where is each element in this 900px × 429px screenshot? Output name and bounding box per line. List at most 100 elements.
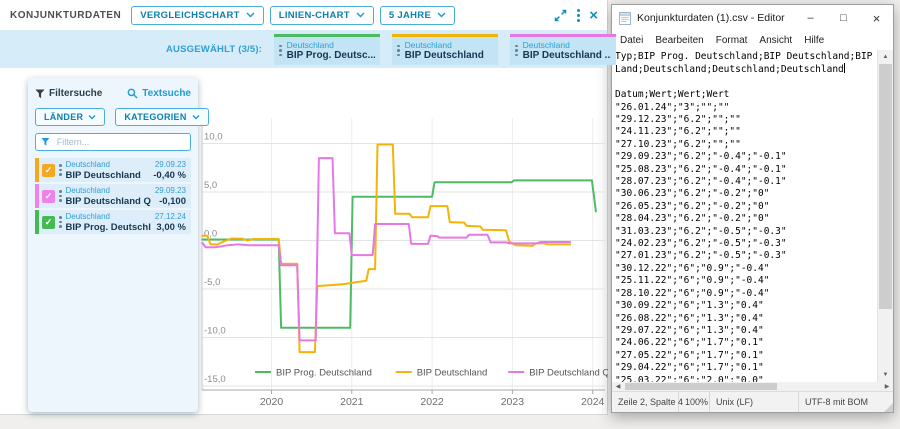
x-tick-label: 2022 bbox=[420, 396, 444, 408]
item-labels: DeutschlandBIP Deutschland bbox=[66, 160, 150, 181]
y-tick-label: -10,0 bbox=[204, 326, 226, 337]
close-button[interactable]: × bbox=[860, 5, 893, 31]
text-cursor bbox=[844, 63, 845, 73]
metric-list-item[interactable]: ✓ DeutschlandBIP Deutschland29.09.23-0,40… bbox=[35, 158, 191, 182]
time-range-dropdown[interactable]: 5 JAHRE bbox=[380, 6, 455, 25]
checkbox-checked-icon[interactable]: ✓ bbox=[42, 190, 55, 203]
csv-line: "26.08.22";"6";"1.3";"0.4" bbox=[615, 313, 877, 325]
status-line-ending: Unix (LF) bbox=[710, 392, 799, 412]
checkbox-checked-icon[interactable]: ✓ bbox=[42, 216, 55, 229]
csv-line: Typ;BIP Prog. Deutschland;BIP Deutschlan… bbox=[615, 51, 877, 63]
item-date: 27.12.24 bbox=[155, 212, 186, 222]
csv-line: "25.08.23";"6.2";"-0.4";"-0.1" bbox=[615, 164, 877, 176]
csv-line: Land;Deutschland;Deutschland;Deutschland bbox=[615, 63, 877, 76]
legend-label: BIP Deutschland bbox=[417, 368, 488, 379]
status-cursor-position: Zeile 2, Spalte 4 bbox=[612, 392, 679, 412]
csv-line: "29.04.22";"6";"1.7";"0.1" bbox=[615, 362, 877, 374]
csv-line: "25.03.22";"6";"2.0";"0.0" bbox=[615, 375, 877, 382]
kebab-icon[interactable] bbox=[279, 45, 282, 57]
csv-line: "30.09.22";"6";"1.3";"0.4" bbox=[615, 300, 877, 312]
item-value: -0,40 % bbox=[153, 170, 186, 181]
menu-item-bearbeiten[interactable]: Bearbeiten bbox=[649, 35, 709, 46]
csv-line: "28.07.23";"6.2";"-0.4";"-0.1" bbox=[615, 176, 877, 188]
kebab-icon[interactable] bbox=[59, 190, 62, 202]
metric-list: ✓DeutschlandBIP Deutschland29.09.23-0,40… bbox=[35, 158, 191, 234]
menu-item-ansicht[interactable]: Ansicht bbox=[753, 35, 798, 46]
scroll-up-icon[interactable]: ▲ bbox=[878, 50, 893, 64]
kebab-icon[interactable] bbox=[59, 216, 62, 228]
editor-body: Typ;BIP Prog. Deutschland;BIP Deutschlan… bbox=[612, 50, 893, 382]
x-tick-label: 2023 bbox=[501, 396, 525, 408]
x-tick-label: 2021 bbox=[340, 396, 364, 408]
series-line-bip-deutschland-qtq bbox=[202, 158, 570, 340]
scroll-left-icon[interactable]: ◀ bbox=[612, 382, 624, 391]
chip-country: Deutschland bbox=[523, 40, 612, 50]
menu-item-format[interactable]: Format bbox=[710, 35, 754, 46]
toolbar-icons: × bbox=[553, 8, 598, 23]
close-icon[interactable]: × bbox=[589, 8, 598, 23]
legend-label: BIP Deutschland QTQ bbox=[529, 368, 608, 379]
item-values: 29.09.23-0,40 % bbox=[153, 160, 186, 181]
item-country: Deutschland bbox=[66, 186, 151, 196]
chart-type-dropdown[interactable]: LINIEN-CHART bbox=[270, 6, 374, 25]
chip-country: Deutschland bbox=[405, 40, 484, 50]
tab-textsuche[interactable]: Textsuche bbox=[127, 88, 191, 99]
filter-input-wrap bbox=[35, 133, 191, 151]
scroll-down-icon[interactable]: ▼ bbox=[878, 368, 893, 382]
item-value: 3,00 % bbox=[155, 222, 186, 233]
categories-dropdown[interactable]: KATEGORIEN bbox=[115, 108, 208, 126]
kebab-icon[interactable] bbox=[397, 45, 400, 57]
konjunkturdaten-app: 10,05,00,0-5,0-10,0-15,02020202120222023… bbox=[0, 0, 608, 415]
kebab-icon[interactable] bbox=[59, 164, 62, 176]
text-editing-area[interactable]: Typ;BIP Prog. Deutschland;BIP Deutschlan… bbox=[612, 50, 877, 382]
metric-chip[interactable]: DeutschlandBIP Deutschland bbox=[392, 34, 498, 65]
menu-item-hilfe[interactable]: Hilfe bbox=[798, 35, 830, 46]
checkbox-checked-icon[interactable]: ✓ bbox=[42, 164, 55, 177]
y-tick-label: -15,0 bbox=[204, 374, 226, 385]
csv-line: "31.03.23";"6.2";"-0.5";"-0.3" bbox=[615, 226, 877, 238]
desktop: 10,05,00,0-5,0-10,0-15,02020202120222023… bbox=[0, 0, 900, 429]
horizontal-scroll-thumb[interactable] bbox=[625, 383, 777, 390]
resize-grip-icon[interactable] bbox=[884, 403, 893, 412]
horizontal-scrollbar[interactable]: ◀ ▶ bbox=[612, 382, 893, 391]
chevron-down-icon bbox=[192, 115, 200, 120]
item-name: BIP Deutschland bbox=[66, 170, 150, 181]
y-tick-label: -5,0 bbox=[204, 277, 220, 288]
chip-labels: DeutschlandBIP Deutschland bbox=[405, 40, 484, 62]
menu-item-datei[interactable]: Datei bbox=[614, 35, 649, 46]
scroll-right-icon[interactable]: ▶ bbox=[881, 382, 893, 391]
csv-line: "26.05.23";"6.2";"-0.2";"0" bbox=[615, 201, 877, 213]
item-country: Deutschland bbox=[66, 160, 150, 170]
filter-panel: Filtersuche Textsuche LÄNDER KATEGORIEN bbox=[28, 78, 198, 412]
expand-icon[interactable] bbox=[553, 8, 568, 23]
csv-line bbox=[615, 77, 877, 89]
countries-dropdown[interactable]: LÄNDER bbox=[35, 108, 105, 126]
chevron-down-icon bbox=[246, 12, 255, 18]
titlebar[interactable]: Konjunkturdaten (1).csv - Editor – □ × bbox=[612, 5, 893, 31]
statusbar: Zeile 2, Spalte 4 100% Unix (LF) UTF-8 m… bbox=[612, 391, 893, 412]
metric-chip[interactable]: DeutschlandBIP Prog. Deutsc... bbox=[274, 34, 380, 65]
chevron-down-icon bbox=[437, 12, 446, 18]
metric-list-item[interactable]: ✓DeutschlandBIP Prog. Deutschland27.12.2… bbox=[35, 210, 191, 234]
tab-filtersuche[interactable]: Filtersuche bbox=[35, 88, 102, 99]
maximize-button[interactable]: □ bbox=[827, 5, 860, 31]
chevron-down-icon bbox=[88, 115, 96, 120]
csv-line: "24.06.22";"6";"1.7";"0.1" bbox=[615, 337, 877, 349]
item-country: Deutschland bbox=[66, 212, 151, 222]
vertical-scroll-thumb[interactable] bbox=[879, 64, 892, 309]
metric-chip[interactable]: DeutschlandBIP Deutschland ... bbox=[510, 34, 616, 65]
app-title: KONJUNKTURDATEN bbox=[10, 10, 121, 21]
notepad-icon bbox=[619, 11, 631, 25]
csv-line: "29.07.22";"6";"1.3";"0.4" bbox=[615, 325, 877, 337]
metric-list-item[interactable]: ✓DeutschlandBIP Deutschland QTQ29.09.23-… bbox=[35, 184, 191, 208]
filter-input[interactable] bbox=[55, 136, 185, 148]
minimize-button[interactable]: – bbox=[794, 5, 827, 31]
csv-line: "24.02.23";"6.2";"-0.5";"-0.3" bbox=[615, 238, 877, 250]
funnel-icon bbox=[35, 89, 45, 99]
selected-metrics-bar: AUSGEWÄHLT (3/5): DeutschlandBIP Prog. D… bbox=[0, 30, 607, 68]
vertical-scrollbar[interactable]: ▲ ▼ bbox=[877, 50, 893, 382]
chip-country: Deutschland bbox=[287, 40, 376, 50]
chart-mode-dropdown[interactable]: VERGLEICHSCHART bbox=[131, 6, 264, 25]
more-options-icon[interactable] bbox=[577, 9, 580, 22]
kebab-icon[interactable] bbox=[515, 45, 518, 57]
